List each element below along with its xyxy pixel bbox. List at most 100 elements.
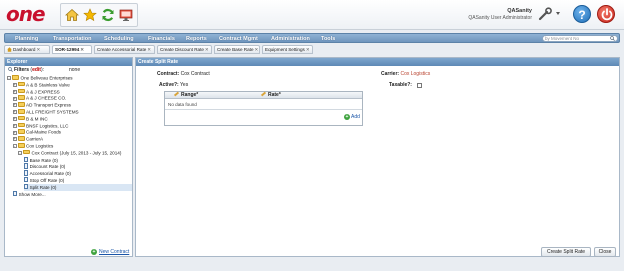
filter-search-icon <box>8 66 13 72</box>
tree-node[interactable]: + CarrierA <box>12 136 44 143</box>
expand-icon[interactable]: + <box>12 110 17 115</box>
tab-equipment-settings[interactable]: Equipment Settings✕ <box>262 45 313 54</box>
quick-access-toolbar <box>60 3 138 27</box>
folder-icon <box>17 81 25 87</box>
expand-icon[interactable]: + <box>12 89 17 94</box>
tree-node[interactable]: Stop Off Rate (0) <box>23 177 64 184</box>
folder-icon <box>17 122 25 128</box>
tree-node[interactable]: - Cox Logistics <box>12 143 53 150</box>
menu-administration[interactable]: Administration <box>271 36 310 42</box>
filters-value: none <box>69 67 81 73</box>
filters-row: Filters (edit): none <box>5 66 132 75</box>
wrench-icon[interactable] <box>537 7 553 21</box>
active-value: Yes <box>180 82 189 88</box>
home-icon[interactable] <box>65 8 79 22</box>
close-icon[interactable]: ✕ <box>205 47 209 52</box>
contract-value: Cox Contract <box>180 71 210 77</box>
contract-field: Contract: Cox Contract <box>157 71 210 77</box>
menu-tools[interactable]: Tools <box>321 36 335 42</box>
tree-node[interactable]: + ALL FREIGHT SYSTEMS <box>12 109 79 116</box>
split-rate-grid: Range* Rate* No data found + Add <box>164 91 363 126</box>
tree-node[interactable]: - Cox Contract (July 15, 2013 - July 15, … <box>18 149 121 157</box>
menu-transportation[interactable]: Transportation <box>53 36 92 42</box>
tree-node[interactable]: + B & M INC <box>12 115 48 123</box>
document-icon <box>23 170 29 176</box>
tab-create-accessorial-rate[interactable]: Create Accessorial Rate✕ <box>94 45 155 54</box>
tab-dashboard[interactable]: Dashboard✕ <box>4 45 50 54</box>
monitor-icon[interactable] <box>119 8 133 22</box>
menu-financials[interactable]: Financials <box>148 36 175 42</box>
close-icon[interactable]: ✕ <box>80 47 84 52</box>
add-icon[interactable]: + <box>91 249 97 255</box>
expand-icon[interactable]: + <box>12 83 17 88</box>
expand-icon[interactable]: + <box>12 137 17 142</box>
tree-node-label: CarrierA <box>26 136 44 142</box>
expand-icon[interactable]: + <box>12 96 17 101</box>
tree-node[interactable]: + A & B Stainless Valve <box>12 81 70 89</box>
tab-create-base-rate[interactable]: Create Base Rate✕ <box>214 45 260 54</box>
one-logo[interactable]: one <box>6 3 46 25</box>
filters-edit-link[interactable]: edit <box>32 67 41 73</box>
movement-search-input[interactable]: by Movement No <box>542 35 618 42</box>
expand-icon[interactable]: + <box>12 117 17 122</box>
user-role: QASanity User Administrator <box>468 15 532 21</box>
add-row-button[interactable]: + Add <box>344 114 360 120</box>
expand-icon[interactable]: + <box>12 103 17 108</box>
tab-sor-12994[interactable]: SOR-12994✕ <box>52 45 92 54</box>
refresh-icon[interactable] <box>101 8 115 22</box>
tree-node[interactable]: - One Beliveau Enterprises <box>7 75 73 82</box>
explorer-title: Explorer <box>5 58 132 66</box>
tree-node[interactable]: Discount Rate (0) <box>23 163 65 170</box>
folder-icon <box>17 109 25 114</box>
folder-icon <box>17 136 25 141</box>
column-rate[interactable]: Rate* <box>260 91 281 99</box>
taxable-checkbox[interactable] <box>417 83 422 88</box>
menu-planning[interactable]: Planning <box>15 36 38 42</box>
document-icon <box>23 156 29 162</box>
close-button[interactable]: Close <box>594 247 616 257</box>
new-contract-link[interactable]: New Contract <box>99 249 129 255</box>
tree-node[interactable]: + A & J EXPRESS <box>12 88 60 96</box>
collapse-icon[interactable]: - <box>7 76 11 81</box>
tree-node[interactable]: + Cal-Maine Foods <box>12 129 61 136</box>
help-icon[interactable]: ? <box>573 5 591 23</box>
carrier-value[interactable]: Cox Logistics <box>400 71 430 77</box>
tree-node-label: AD Transport Express <box>26 102 71 108</box>
collapse-icon[interactable]: - <box>12 144 17 149</box>
expand-icon[interactable]: + <box>12 130 17 135</box>
tree-node[interactable]: Base Rate (0) <box>23 156 58 164</box>
tab-label: Equipment Settings <box>265 47 305 52</box>
tab-create-discount-rate[interactable]: Create Discount Rate✕ <box>157 45 212 54</box>
search-icon[interactable] <box>610 35 615 41</box>
power-icon[interactable] <box>597 5 615 23</box>
tree-node[interactable]: + BNSF Logistics, LLC <box>12 122 68 130</box>
tree-node[interactable]: Split Rate (0) <box>23 183 132 191</box>
expand-icon[interactable]: + <box>12 123 17 128</box>
close-icon[interactable]: ✕ <box>36 47 40 52</box>
close-icon[interactable]: ✕ <box>306 47 310 52</box>
star-icon[interactable] <box>83 8 97 22</box>
tree-node[interactable]: + AD Transport Express <box>12 102 71 109</box>
close-icon[interactable]: ✕ <box>255 47 259 52</box>
active-label: Active?: <box>159 82 179 88</box>
tree-node-label: B & M INC <box>26 116 48 122</box>
collapse-icon[interactable]: - <box>18 151 22 156</box>
tab-label: Create Accessorial Rate <box>97 47 147 52</box>
tree-node-label: Base Rate (0) <box>29 157 58 163</box>
tree-node[interactable]: + A & J CHEESE CO. <box>12 95 66 102</box>
menu-scheduling[interactable]: Scheduling <box>104 36 134 42</box>
create-split-rate-button[interactable]: Create Split Rate <box>541 247 591 257</box>
chevron-down-icon[interactable] <box>556 12 560 15</box>
carrier-field: Carrier: Cox Logistics <box>381 71 430 77</box>
tree-node-label: A & B Stainless Valve <box>26 82 70 88</box>
column-range-label: Range* <box>181 92 199 98</box>
column-range[interactable]: Range* <box>173 91 199 99</box>
document-icon <box>23 183 29 190</box>
menu-contract-mgmt[interactable]: Contract Mgmt <box>219 36 258 42</box>
tab-label: Create Discount Rate <box>160 47 204 52</box>
column-rate-label: Rate* <box>268 92 281 98</box>
menu-reports[interactable]: Reports <box>186 36 207 42</box>
tree-node[interactable]: Accessorial Rate (0) <box>23 170 71 177</box>
close-icon[interactable]: ✕ <box>147 47 151 52</box>
tree-node[interactable]: Show More... <box>12 190 46 198</box>
